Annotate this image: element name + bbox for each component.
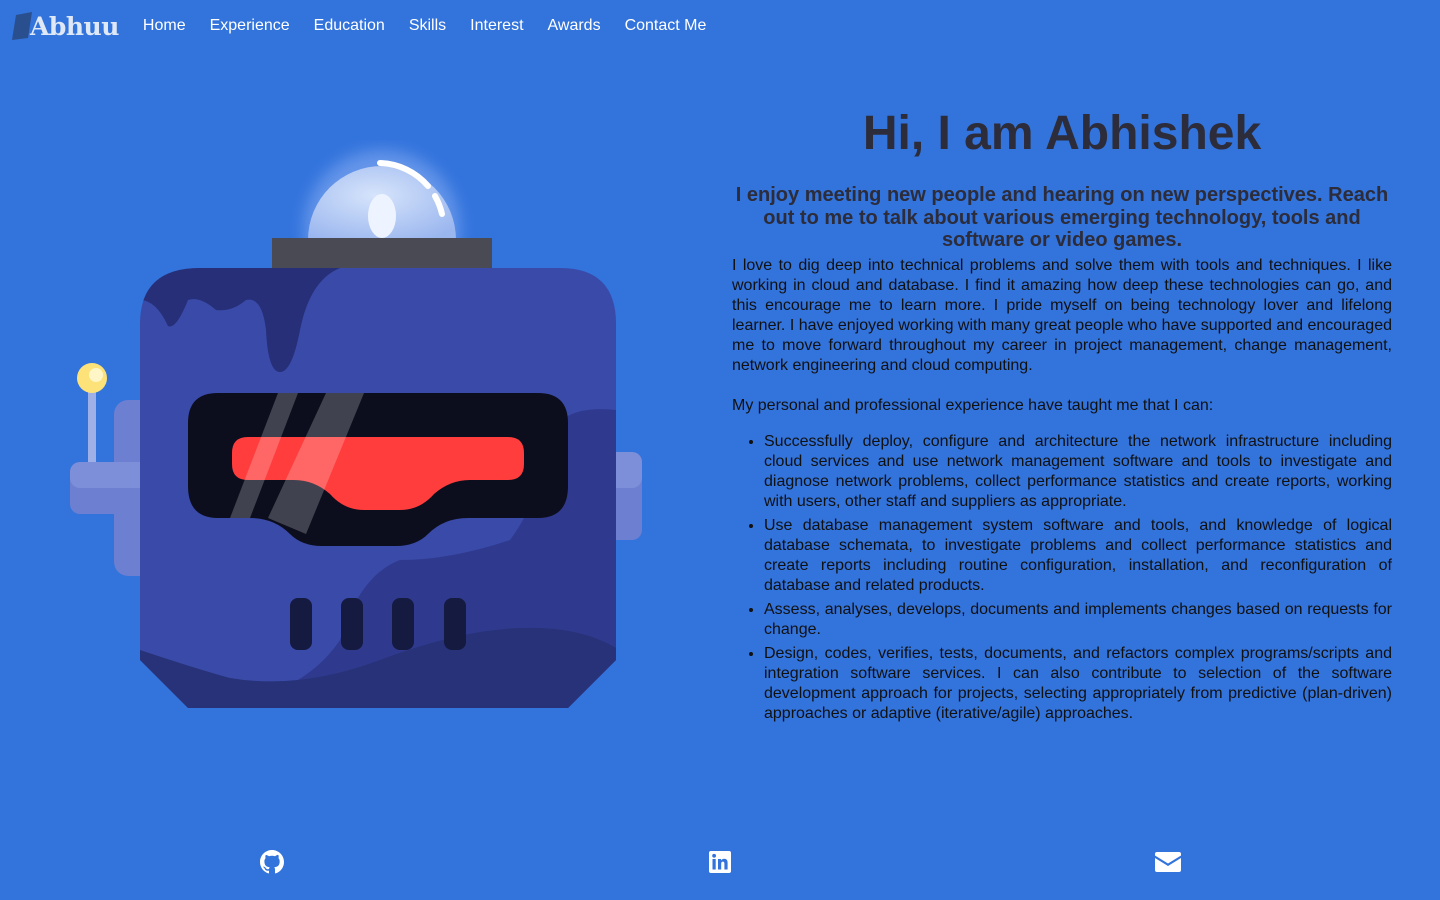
- github-link[interactable]: [259, 850, 285, 874]
- linkedin-icon: [709, 851, 731, 873]
- nav-awards[interactable]: Awards: [536, 0, 613, 52]
- nav-contact[interactable]: Contact Me: [613, 0, 719, 52]
- skills-list: Successfully deploy, configure and archi…: [732, 432, 1392, 724]
- nav-education[interactable]: Education: [302, 0, 397, 52]
- nav-interest[interactable]: Interest: [458, 0, 535, 52]
- intro-paragraph: I love to dig deep into technical proble…: [732, 256, 1392, 374]
- email-link[interactable]: [1155, 850, 1181, 874]
- envelope-icon: [1155, 852, 1181, 872]
- brand-logo[interactable]: Abhuu: [12, 0, 119, 52]
- nav-skills[interactable]: Skills: [397, 0, 458, 52]
- list-item: Use database management system software …: [764, 516, 1392, 596]
- page-subtitle: I enjoy meeting new people and hearing o…: [735, 184, 1389, 251]
- about-section: Hi, I am Abhishek I enjoy meeting new pe…: [732, 104, 1392, 728]
- nav-experience[interactable]: Experience: [198, 0, 302, 52]
- nav-home[interactable]: Home: [131, 0, 198, 52]
- brand-name: Abhuu: [30, 11, 119, 41]
- list-item: Successfully deploy, configure and archi…: [764, 432, 1392, 512]
- github-icon: [260, 850, 284, 874]
- linkedin-link[interactable]: [707, 850, 733, 874]
- page-title: Hi, I am Abhishek: [862, 107, 1262, 160]
- navbar: Abhuu Home Experience Education Skills I…: [0, 0, 1440, 52]
- experience-intro: My personal and professional experience …: [732, 396, 1214, 414]
- list-item: Design, codes, verifies, tests, document…: [764, 644, 1392, 724]
- robot-illustration: [70, 150, 642, 708]
- list-item: Assess, analyses, develops, documents an…: [764, 600, 1392, 640]
